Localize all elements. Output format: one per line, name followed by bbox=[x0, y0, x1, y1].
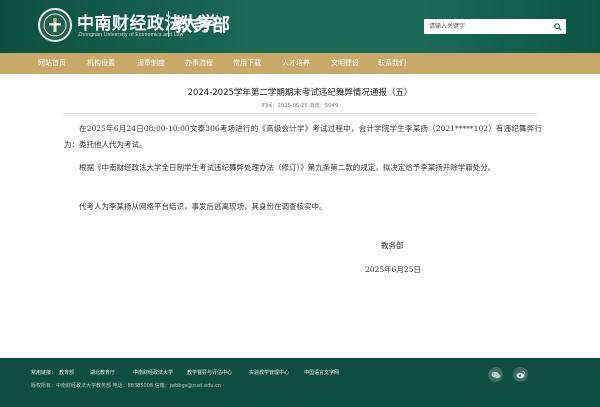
nav-item-civilization[interactable]: 文明建设 bbox=[331, 53, 359, 74]
nav-item-organization[interactable]: 机构设置 bbox=[87, 53, 115, 74]
nav-item-regulations[interactable]: 规章制度 bbox=[137, 53, 165, 74]
weibo-button[interactable] bbox=[513, 367, 528, 382]
wechat-icon bbox=[491, 371, 500, 378]
main-nav: 网站首页 机构设置 规章制度 办事流程 常用下载 人才培养 文明建设 联系我们 bbox=[0, 53, 600, 74]
wechat-button[interactable] bbox=[488, 367, 503, 382]
search-icon bbox=[554, 22, 562, 31]
logo-divider bbox=[168, 11, 169, 37]
article-title: 2024-2025学年第二学期期末考试违纪舞弊情况通报（五） bbox=[187, 88, 413, 98]
title-divider bbox=[63, 113, 537, 114]
article-meta: 时间：2025-06-25 浏览：5049 bbox=[261, 103, 339, 109]
seal-icon bbox=[43, 13, 67, 37]
signature: 教务部 bbox=[381, 241, 404, 250]
search-input[interactable] bbox=[424, 19, 550, 34]
article-paragraph: 代考人为李某扬从网络平台结识，事发后逃离现场，其身份在调查核实中。 bbox=[79, 202, 327, 211]
site-header: 中南财经政法大学 Zhongnan University of Economic… bbox=[0, 0, 600, 53]
article-paragraph: 在2025年6月24日08:00-10:00文泰306考场进行的《高级会计学》考… bbox=[64, 124, 542, 149]
nav-item-home[interactable]: 网站首页 bbox=[38, 53, 66, 74]
university-logo[interactable] bbox=[38, 8, 72, 42]
nav-item-contact[interactable]: 联系我们 bbox=[378, 53, 406, 74]
article-paragraph: 根据《中南财经政法大学全日制学生考试违纪舞弊处理办法（修订）》第九条第二款的规定… bbox=[79, 163, 496, 172]
footer-link-hubei-edu[interactable]: 湖北教育厅 bbox=[90, 369, 115, 376]
department-name: 教务部 bbox=[174, 15, 231, 36]
footer-link-supervision[interactable]: 教学督导与评估中心 bbox=[187, 369, 232, 376]
site-footer: 常用链接： 教育部 湖北教育厅 中南财经政法大学 教学督导与评估中心 实验教学管… bbox=[0, 358, 600, 407]
footer-link-moe[interactable]: 教育部 bbox=[59, 369, 74, 376]
search-box bbox=[424, 19, 566, 34]
footer-copyright: 版权所有：中南财经政法大学教务部 电话：88385008 信箱：jwbbgs@z… bbox=[31, 383, 222, 389]
nav-item-talent[interactable]: 人才培养 bbox=[282, 53, 310, 74]
footer-link-lab-center[interactable]: 实验教学管理中心 bbox=[249, 369, 289, 376]
footer-links-label: 常用链接： bbox=[31, 370, 57, 376]
nav-item-downloads[interactable]: 常用下载 bbox=[233, 53, 261, 74]
nav-item-procedures[interactable]: 办事流程 bbox=[185, 53, 213, 74]
search-button[interactable] bbox=[550, 19, 566, 34]
weibo-icon bbox=[516, 371, 525, 379]
footer-link-zuel[interactable]: 中南财经政法大学 bbox=[133, 369, 173, 376]
footer-link-language[interactable]: 中国语言文字网 bbox=[304, 369, 339, 376]
signature-date: 2025年6月25日 bbox=[365, 265, 421, 274]
